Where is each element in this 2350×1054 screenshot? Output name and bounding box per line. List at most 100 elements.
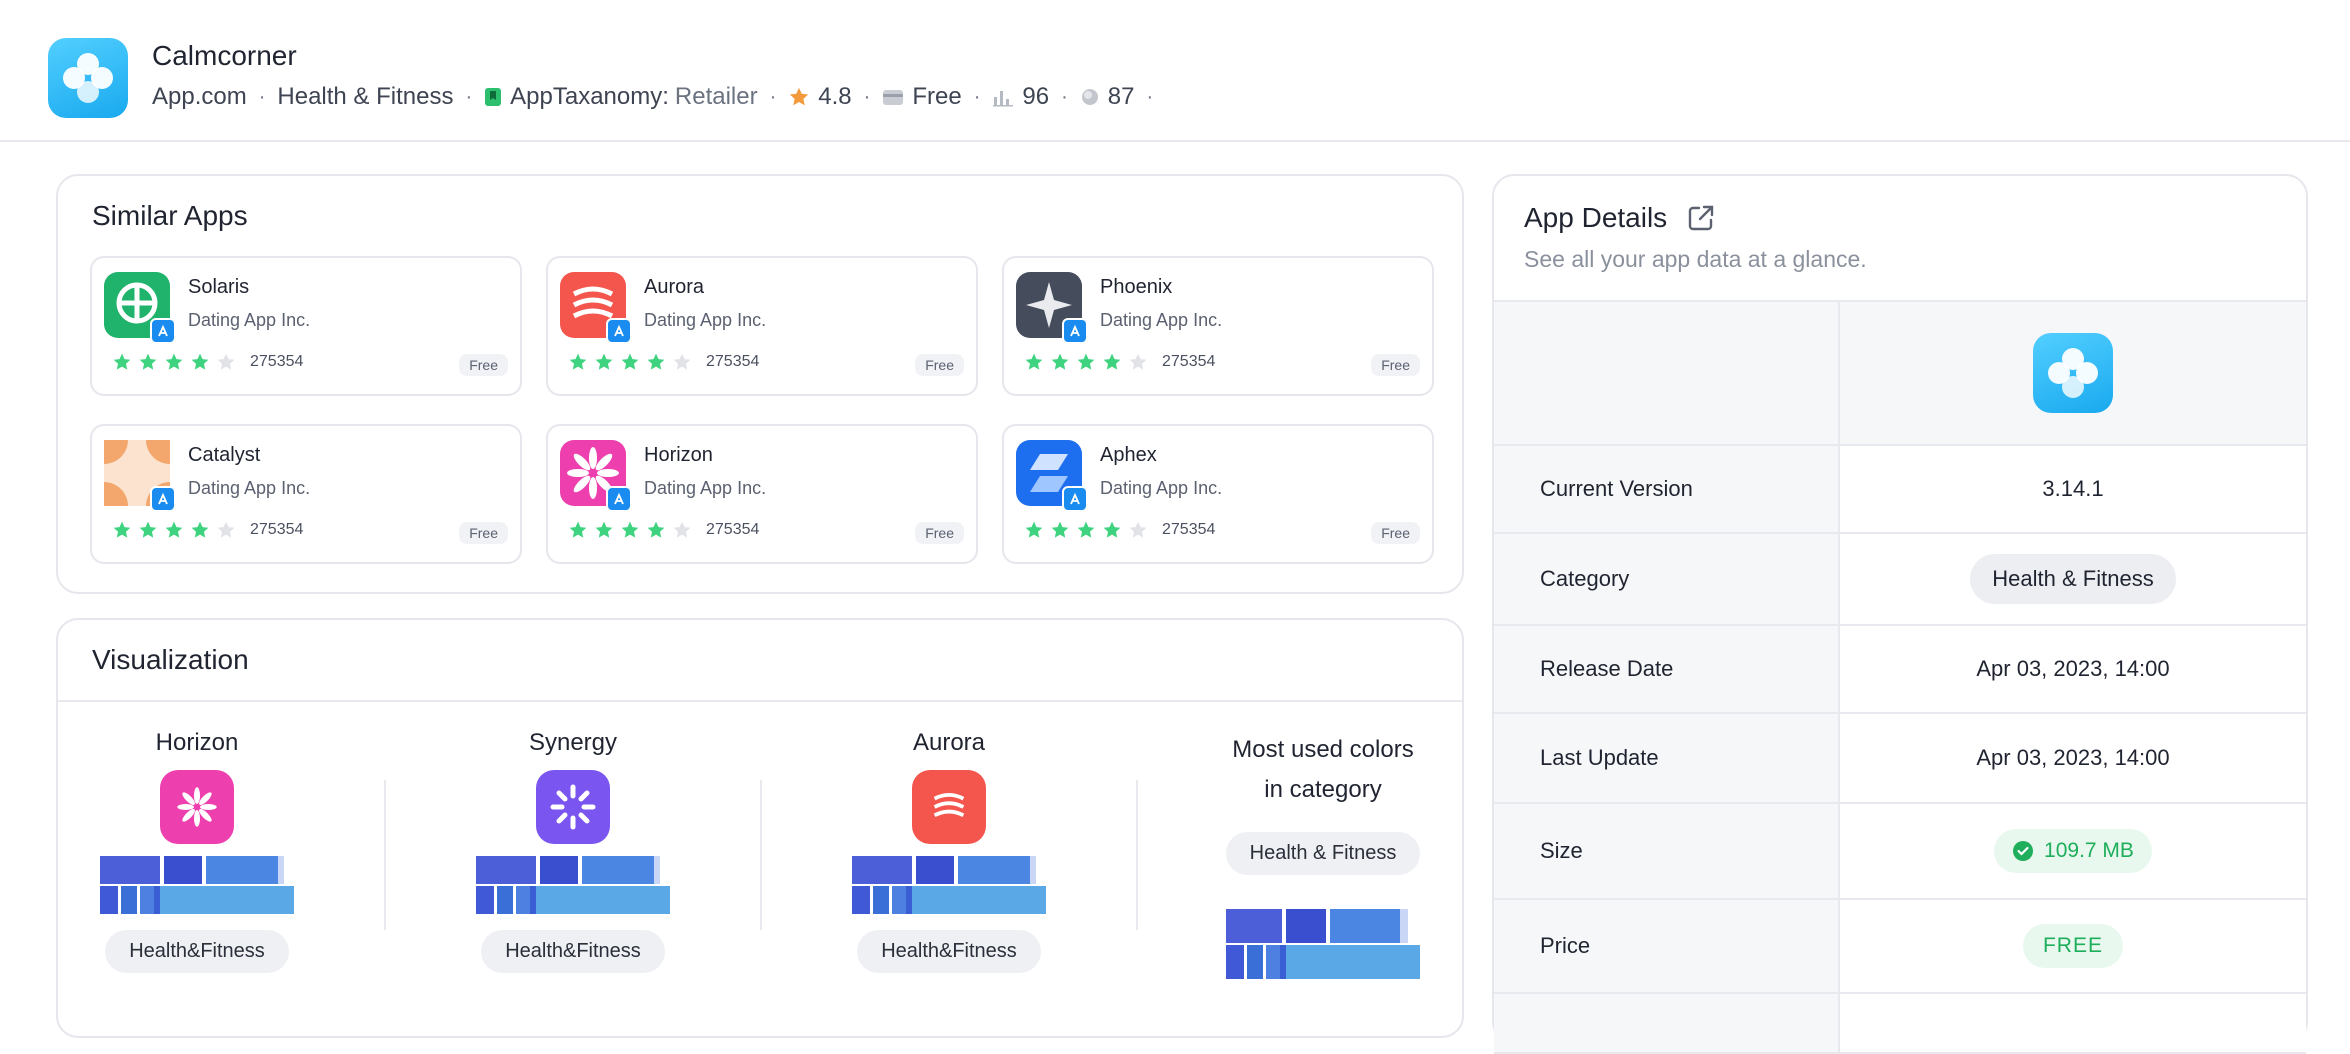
app-header: Calmcorner App.com · Health & Fitness · … — [0, 0, 2350, 142]
score-circle-icon — [1081, 89, 1098, 105]
app-developer: Dating App Inc. — [188, 310, 311, 330]
star-filled-icon — [595, 521, 613, 538]
star-filled-icon — [1025, 353, 1043, 370]
star-filled-icon — [595, 353, 613, 370]
review-count: 275354 — [706, 353, 760, 370]
app-store-badge-icon — [1062, 486, 1088, 512]
app-details-title-text: App Details — [1524, 202, 1668, 233]
app-name: Calmcorner — [152, 40, 297, 71]
star-filled-icon — [139, 353, 157, 370]
star-rating: 275354 — [1024, 352, 1215, 372]
external-link-icon[interactable] — [1685, 202, 1717, 234]
aurora-app-icon — [912, 770, 986, 844]
similar-app-tile[interactable]: Phoenix Dating App Inc. 275354 Free — [1002, 256, 1434, 396]
visualization-title: Visualization — [92, 644, 249, 675]
review-count: 275354 — [250, 353, 304, 370]
category-tag: Health & Fitness — [1225, 832, 1421, 875]
details-label: Price — [1494, 900, 1840, 992]
taxonomy-value[interactable]: Retailer — [675, 83, 758, 111]
viz-column-aurora: Aurora Health&Fitness — [824, 728, 1074, 973]
clover-icon — [63, 53, 113, 103]
similar-app-tile[interactable]: Horizon Dating App Inc. 275354 Free — [546, 424, 978, 564]
details-label-empty — [1494, 994, 1840, 1052]
details-row-update: Last Update Apr 03, 2023, 14:00 — [1494, 714, 2306, 804]
separator-dot: · — [1146, 85, 1154, 108]
details-value: 109.7 MB — [1840, 804, 2306, 898]
taxonomy-label: AppTaxanomy: — [510, 83, 669, 110]
app-name: Aurora — [644, 276, 705, 298]
star-filled-icon — [621, 353, 639, 370]
star-filled-icon — [165, 353, 183, 370]
star-filled-icon — [113, 353, 131, 370]
price-badge: Free — [459, 522, 508, 544]
app-name: Horizon — [644, 444, 713, 466]
app-icon — [48, 38, 128, 118]
viz-column-horizon: Horizon Health&Fitness — [72, 728, 322, 973]
similar-app-tile[interactable]: Aphex Dating App Inc. 275354 Free — [1002, 424, 1434, 564]
star-rating: 275354 — [568, 352, 759, 372]
size-pill: 109.7 MB — [1994, 829, 2152, 873]
store-link[interactable]: App.com — [152, 83, 247, 111]
most-used-title: Most used colors in category — [1198, 730, 1448, 810]
price-badge: Free — [1371, 522, 1420, 544]
app-name: Catalyst — [188, 444, 261, 466]
color-palette — [852, 856, 1046, 916]
category-tag: Health&Fitness — [481, 930, 665, 973]
star-filled-icon — [165, 521, 183, 538]
details-row-more — [1494, 994, 2306, 1054]
app-details-title: App Details — [1524, 202, 1717, 234]
solaris-app-icon — [104, 272, 176, 344]
separator-dot: · — [1061, 85, 1068, 108]
similar-app-tile[interactable]: Catalyst Dating App Inc. 275354 Free — [80, 416, 522, 564]
app-developer: Dating App Inc. — [1100, 310, 1223, 330]
app-details-card: App Details See all your app data at a g… — [1492, 174, 2308, 1054]
star-filled-icon — [1051, 521, 1069, 538]
details-row-version: Current Version 3.14.1 — [1494, 446, 2306, 534]
app-developer: Dating App Inc. — [188, 478, 311, 498]
star-filled-icon — [191, 521, 209, 538]
separator-dot: · — [465, 85, 473, 108]
star-filled-icon — [1103, 521, 1121, 538]
divider — [760, 780, 762, 930]
most-used-title-line2: in category — [1264, 776, 1382, 803]
details-label-empty — [1494, 302, 1840, 444]
details-value-icon — [1840, 302, 2306, 444]
details-value: 3.14.1 — [1840, 446, 2306, 532]
app-store-badge-icon — [1062, 318, 1088, 344]
details-label: Last Update — [1494, 714, 1840, 802]
category-tag: Health&Fitness — [105, 930, 289, 973]
star-empty-icon — [1129, 521, 1147, 538]
details-row-release: Release Date Apr 03, 2023, 14:00 — [1494, 626, 2306, 714]
separator-dot: · — [769, 85, 777, 108]
similar-app-tile[interactable]: Aurora Dating App Inc. 275354 Free — [546, 256, 978, 396]
app-details-table: Current Version 3.14.1 Category Health &… — [1494, 300, 2306, 1054]
star-filled-icon — [1077, 353, 1095, 370]
category-pill[interactable]: Health & Fitness — [1970, 554, 2176, 604]
price-pill: FREE — [2022, 924, 2123, 968]
app-details-subtitle: See all your app data at a glance. — [1524, 246, 1867, 272]
separator-dot: · — [863, 85, 871, 108]
details-label: Current Version — [1494, 446, 1840, 532]
catalyst-app-icon — [80, 416, 194, 530]
details-value-empty — [1840, 994, 2306, 1052]
viz-column-most-used: Most used colors in category Health & Fi… — [1198, 730, 1448, 981]
viz-app-name: Aurora — [912, 729, 986, 756]
star-filled-icon — [569, 521, 587, 538]
color-palette — [476, 856, 670, 916]
star-filled-icon — [569, 353, 587, 370]
color-palette — [100, 856, 294, 916]
star-empty-icon — [217, 521, 235, 538]
app-developer: Dating App Inc. — [1100, 478, 1223, 498]
horizon-app-icon — [160, 770, 234, 844]
category-link[interactable]: Health & Fitness — [277, 83, 453, 111]
aphex-app-icon — [1016, 440, 1088, 512]
details-row-price: Price FREE — [1494, 900, 2306, 994]
clover-icon — [2048, 348, 2098, 398]
visualization-card: Visualization Horizon Health&Fitness Syn… — [56, 618, 1464, 1038]
color-palette — [1226, 909, 1420, 981]
app-name: Solaris — [188, 276, 250, 298]
similar-apps-card: Similar Apps Solaris Dating App Inc. 275… — [56, 174, 1464, 594]
star-rating: 275354 — [568, 520, 759, 540]
similar-app-tile[interactable]: Solaris Dating App Inc. 275354 Free — [90, 256, 522, 396]
price-badge: Free — [1371, 354, 1420, 376]
